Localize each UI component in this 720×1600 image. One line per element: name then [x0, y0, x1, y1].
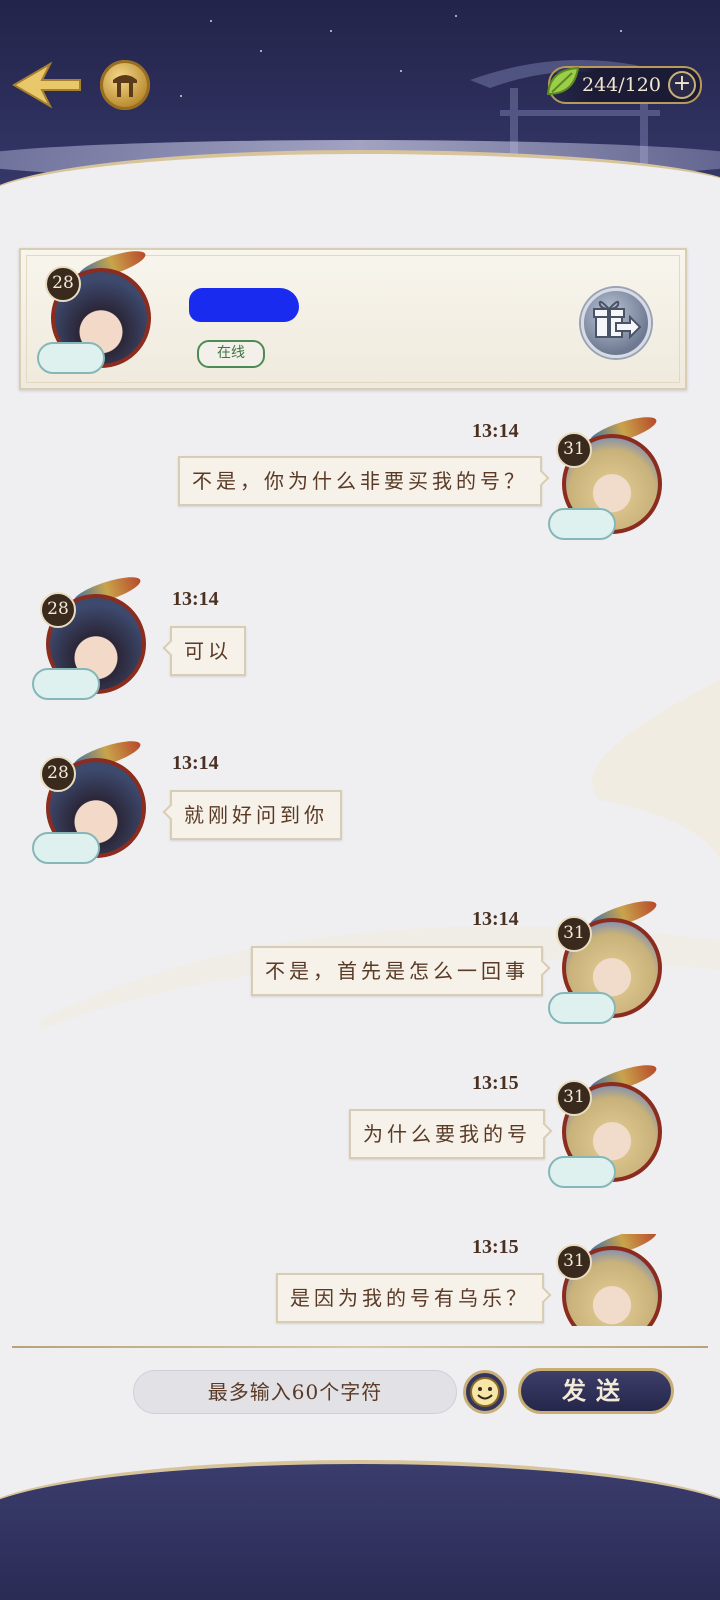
message-bubble[interactable]: 可以: [170, 626, 246, 676]
my-level-badge: 31: [556, 1244, 592, 1280]
friend-avatar[interactable]: 28: [28, 735, 154, 872]
online-status-badge: 在线: [197, 340, 265, 368]
message-bubble[interactable]: 是因为我的号有乌乐？: [276, 1273, 544, 1323]
message-bubble[interactable]: 就刚好问到你: [170, 790, 342, 840]
message-time: 13:14: [472, 420, 519, 442]
send-button[interactable]: 发送: [518, 1368, 674, 1414]
friend-name-redacted: [189, 288, 299, 322]
leaf-icon: [546, 66, 580, 96]
friend-avatar[interactable]: 28: [33, 245, 159, 382]
message-time: 13:14: [172, 588, 219, 610]
my-avatar[interactable]: 31: [544, 1234, 670, 1326]
bottom-decoration: [0, 1430, 720, 1600]
home-icon: [113, 75, 137, 97]
my-avatar[interactable]: 31: [544, 1059, 670, 1196]
gift-icon: [593, 300, 642, 340]
currency-counter: 244/120 +: [546, 66, 702, 104]
message-time: 13:15: [472, 1236, 519, 1258]
add-currency-button[interactable]: +: [668, 71, 696, 99]
back-arrow-icon: [12, 61, 81, 109]
friend-avatar[interactable]: 28: [28, 571, 154, 708]
top-header: 244/120 +: [0, 0, 720, 225]
my-level-badge: 31: [556, 1080, 592, 1116]
my-avatar[interactable]: 31: [544, 895, 670, 1032]
message-bubble[interactable]: 不是，你为什么非要买我的号？: [178, 456, 542, 506]
send-gift-button[interactable]: [581, 288, 651, 358]
message-time: 13:14: [172, 752, 219, 774]
message-time: 13:15: [472, 1072, 519, 1094]
my-level-badge: 31: [556, 432, 592, 468]
my-avatar[interactable]: 31: [544, 411, 670, 548]
emoji-button[interactable]: [463, 1370, 507, 1414]
my-level-badge: 31: [556, 916, 592, 952]
friend-level-badge: 28: [40, 756, 76, 792]
message-input[interactable]: 最多输入60个字符: [133, 1370, 457, 1414]
currency-value: 244/120: [582, 74, 661, 96]
message-bubble[interactable]: 不是，首先是怎么一回事: [251, 946, 543, 996]
friend-profile-card: 28 在线: [19, 245, 687, 390]
smiley-icon: [470, 1377, 500, 1407]
home-button[interactable]: [100, 60, 150, 110]
message-bubble[interactable]: 为什么要我的号: [349, 1109, 545, 1159]
friend-level-badge: 28: [40, 592, 76, 628]
back-button[interactable]: [10, 60, 84, 110]
message-time: 13:14: [472, 908, 519, 930]
friend-level-badge: 28: [45, 266, 81, 302]
input-divider: [12, 1346, 708, 1348]
